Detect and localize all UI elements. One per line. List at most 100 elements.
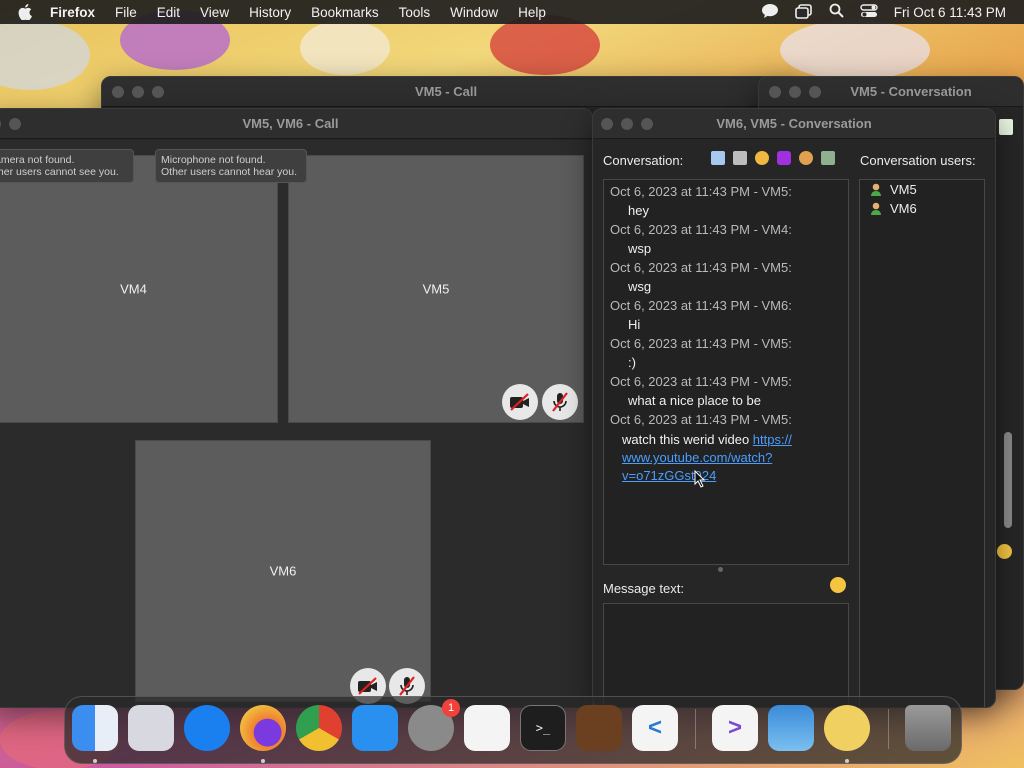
splitter-handle[interactable] [718,567,723,572]
message-meta: Oct 6, 2023 at 11:43 PM - VM5: [610,412,792,427]
menu-tools[interactable]: Tools [399,5,431,20]
message-text: :) [628,355,636,370]
dock-separator [888,709,889,749]
add-user-icon[interactable] [799,151,813,165]
message-text: Hi [628,317,641,332]
control-center-icon[interactable] [860,3,878,22]
document-icon[interactable] [821,151,835,165]
video-tile-vm4[interactable]: VM4 [0,155,278,423]
zoom-button[interactable] [152,85,164,98]
finder-icon[interactable] [72,705,118,751]
video-tile-vm5[interactable]: VM5 [288,155,584,423]
mouse-cursor-icon [694,470,706,488]
vscode-icon[interactable]: < [632,705,678,751]
menu-bookmarks[interactable]: Bookmarks [311,5,379,20]
mic-off-icon [552,392,568,412]
scrollbar-thumb[interactable] [1004,432,1012,528]
menu-view[interactable]: View [200,5,229,20]
zoom-button[interactable] [809,85,821,98]
video-call-icon[interactable] [777,151,791,165]
title-bar: VM5 - Conversation [759,77,1023,107]
minimize-button[interactable] [789,85,801,98]
menu-help[interactable]: Help [518,5,546,20]
chat-status-icon[interactable] [761,3,779,22]
window-controls [0,117,21,130]
notification-badge: 1 [442,699,460,717]
zoom-button[interactable] [9,117,21,130]
minimize-button[interactable] [132,85,144,98]
wallpaper-blob [300,20,390,75]
garageband-icon[interactable] [576,705,622,751]
user-item-vm6[interactable]: VM6 [870,201,917,216]
menu-file[interactable]: File [115,5,137,20]
user-name: VM5 [890,182,917,197]
minimize-button[interactable] [0,117,1,130]
clock[interactable]: Fri Oct 6 11:43 PM [894,5,1006,20]
menu-bar: Firefox File Edit View History Bookmarks… [0,0,1024,24]
call-area: VM4 VM5 VM6 amera not found. ther users … [0,140,592,707]
firefox-icon[interactable] [240,705,286,751]
mic-off-button[interactable] [542,384,578,420]
terminal-icon[interactable]: >_ [520,705,566,751]
conversation-toolbar [711,151,835,165]
apple-icon[interactable] [18,4,36,20]
emoji-icon[interactable] [997,544,1012,559]
close-button[interactable] [769,85,781,98]
gear-icon[interactable] [755,151,769,165]
message-meta: Oct 6, 2023 at 11:43 PM - VM5: [610,336,792,351]
minimize-button[interactable] [621,117,633,130]
users-list[interactable]: VM5 VM6 [859,179,985,707]
window-title: VM6, VM5 - Conversation [716,116,872,131]
message-input[interactable] [603,603,849,707]
user-icon [871,183,881,196]
safari-icon[interactable] [184,705,230,751]
close-button[interactable] [112,85,124,98]
camera-warning-tooltip: amera not found. ther users cannot see y… [0,149,134,183]
system-settings-icon[interactable]: 1 [408,699,460,751]
menu-history[interactable]: History [249,5,291,20]
message-text: what a nice place to be [628,393,761,408]
message-text: wsg [628,279,652,294]
camera-off-icon [358,677,377,695]
trash-icon[interactable] [905,705,951,751]
camera-off-button[interactable] [502,384,538,420]
menu-app-name[interactable]: Firefox [50,5,95,20]
visual-studio-icon[interactable]: > [712,705,758,751]
video-tile-vm6[interactable]: VM6 [135,440,431,704]
app-store-icon[interactable] [352,705,398,751]
window-controls [112,85,164,98]
launchpad-icon[interactable] [128,705,174,751]
video-link[interactable]: www.youtube.com/watch? [622,450,772,465]
wallpaper-blob [490,15,600,75]
window-switch-icon[interactable] [794,3,813,22]
chat-app-icon[interactable] [824,705,870,751]
textedit-icon[interactable] [464,705,510,751]
wallpaper-blob [0,20,90,90]
window-controls [769,85,821,98]
video-link[interactable]: https:// [753,432,792,447]
search-icon[interactable] [829,3,844,21]
emoji-picker-icon[interactable] [830,577,846,593]
window-title: VM5 - Call [414,84,478,99]
dock-separator [695,709,696,749]
tile-label: VM4 [120,281,147,297]
message-text: hey [628,203,649,218]
chrome-icon[interactable] [296,705,342,751]
message-meta: Oct 6, 2023 at 11:43 PM - VM5: [610,260,792,275]
menu-window[interactable]: Window [450,5,498,20]
weather-icon[interactable] [768,705,814,751]
note-icon[interactable] [999,119,1013,135]
zoom-button[interactable] [641,117,653,130]
conversation-log[interactable]: Oct 6, 2023 at 11:43 PM - VM5: hey Oct 6… [603,179,849,565]
tooltip-line: amera not found. [0,154,75,166]
message-meta: Oct 6, 2023 at 11:43 PM - VM4: [610,222,792,237]
notes-icon[interactable] [711,151,725,165]
conversation-window: VM6, VM5 - Conversation Conversation: Co… [592,108,996,708]
copy-icon[interactable] [733,151,747,165]
close-button[interactable] [601,117,613,130]
user-item-vm5[interactable]: VM5 [870,182,917,197]
menu-edit[interactable]: Edit [157,5,180,20]
window-title: VM5, VM6 - Call [242,116,339,131]
tile-label: VM6 [269,563,297,579]
message-meta: Oct 6, 2023 at 11:43 PM - VM6: [610,298,792,313]
